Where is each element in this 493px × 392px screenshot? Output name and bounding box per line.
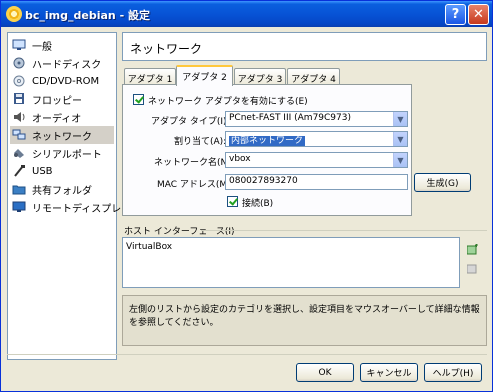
category-audio[interactable]: オーディオ bbox=[10, 108, 114, 126]
cable-connected-checkbox[interactable] bbox=[227, 196, 238, 207]
tab-adapter-4[interactable]: アダプタ 4 bbox=[287, 68, 340, 85]
add-interface-icon[interactable] bbox=[466, 244, 479, 256]
remote-display-icon bbox=[12, 201, 26, 213]
attach-label: 割り当て(A): bbox=[174, 137, 227, 147]
usb-icon bbox=[12, 165, 26, 177]
adapter-type-label: アダプタ タイプ(I): bbox=[151, 117, 230, 127]
category-label: 一般 bbox=[32, 41, 52, 53]
category-usb[interactable]: USB bbox=[10, 162, 114, 180]
category-network[interactable]: ネットワーク bbox=[10, 126, 114, 144]
tab-adapter-2[interactable]: アダプタ 2 bbox=[176, 65, 233, 86]
help-title-button[interactable]: ? bbox=[445, 4, 466, 25]
close-button[interactable]: ✕ bbox=[468, 4, 489, 25]
category-label: フロッピー bbox=[32, 95, 82, 107]
category-hard-disk[interactable]: ハードディスク bbox=[10, 54, 114, 72]
category-label: CD/DVD-ROM bbox=[32, 75, 100, 87]
folder-icon bbox=[12, 183, 26, 195]
serial-port-icon bbox=[12, 147, 26, 159]
cd-icon bbox=[12, 75, 26, 87]
category-list: 一般 ハードディスク CD/DVD-ROM フロッピー オーディオ ネットワーク… bbox=[7, 32, 131, 360]
tab-adapter-3[interactable]: アダプタ 3 bbox=[234, 68, 286, 85]
network-icon bbox=[12, 129, 26, 141]
help-button[interactable]: ヘルプ(H) bbox=[424, 363, 482, 382]
section-divider bbox=[201, 230, 487, 231]
chevron-down-icon[interactable]: ▼ bbox=[393, 112, 407, 126]
title-bar[interactable]: bc_img_debian - 設定 ? ✕ bbox=[1, 1, 492, 27]
app-gear-icon bbox=[6, 6, 22, 22]
enable-adapter-label[interactable]: ネットワーク アダプタを有効にする(E) bbox=[148, 94, 308, 107]
category-label: リモートディスプレイ bbox=[32, 203, 132, 215]
ok-button[interactable]: OK bbox=[296, 363, 354, 382]
category-label: シリアルポート bbox=[32, 149, 102, 161]
settings-dialog: bc_img_debian - 設定 ? ✕ 一般 ハードディスク CD/DVD… bbox=[0, 0, 493, 392]
tab-adapter-1[interactable]: アダプタ 1 bbox=[124, 68, 176, 85]
mac-address-field[interactable]: 080027893270 bbox=[225, 174, 408, 190]
adapter-type-select[interactable]: PCnet-FAST III (Am79C973) ▼ bbox=[225, 111, 408, 127]
adapter-type-value: PCnet-FAST III (Am79C973) bbox=[229, 113, 351, 123]
description-panel: 左側のリストから設定のカテゴリを選択し、設定項目をマウスオーバーして詳細な情報を… bbox=[122, 295, 487, 346]
category-label: USB bbox=[32, 165, 53, 177]
hard-disk-icon bbox=[12, 57, 26, 69]
speaker-icon bbox=[12, 111, 26, 123]
attach-select[interactable]: 内部ネットワーク ▼ bbox=[225, 131, 408, 147]
network-name-value: vbox bbox=[229, 154, 251, 164]
enable-adapter-checkbox[interactable] bbox=[133, 94, 144, 105]
chevron-down-icon[interactable]: ▼ bbox=[393, 132, 407, 146]
category-label: 共有フォルダ bbox=[32, 185, 92, 197]
floppy-icon bbox=[12, 93, 26, 105]
attach-value: 内部ネットワーク bbox=[229, 136, 306, 146]
page-title: ネットワーク bbox=[122, 32, 487, 61]
category-label: オーディオ bbox=[32, 113, 82, 125]
list-item[interactable]: VirtualBox bbox=[126, 242, 459, 252]
remove-interface-icon[interactable] bbox=[466, 263, 479, 275]
category-label: ネットワーク bbox=[32, 131, 92, 143]
dialog-divider bbox=[7, 354, 487, 355]
network-name-label: ネットワーク名(N): bbox=[154, 158, 234, 168]
category-serial-port[interactable]: シリアルポート bbox=[10, 144, 114, 162]
mac-address-label: MAC アドレス(M): bbox=[157, 180, 234, 190]
window-title: bc_img_debian - 設定 bbox=[25, 9, 150, 22]
cancel-button[interactable]: キャンセル bbox=[360, 363, 418, 382]
category-remote-display[interactable]: リモートディスプレイ bbox=[10, 198, 131, 216]
category-label: ハードディスク bbox=[32, 59, 102, 71]
category-cd-dvd[interactable]: CD/DVD-ROM bbox=[10, 72, 114, 90]
category-general[interactable]: 一般 bbox=[10, 36, 114, 54]
monitor-icon bbox=[12, 39, 26, 51]
network-name-combo[interactable]: vbox ▼ bbox=[225, 152, 408, 168]
host-interface-list[interactable]: VirtualBox bbox=[122, 237, 460, 288]
cable-connected-label[interactable]: 接続(B) bbox=[242, 196, 273, 209]
category-floppy[interactable]: フロッピー bbox=[10, 90, 114, 108]
generate-mac-button[interactable]: 生成(G) bbox=[414, 173, 471, 192]
chevron-down-icon[interactable]: ▼ bbox=[393, 153, 407, 167]
category-shared-folders[interactable]: 共有フォルダ bbox=[10, 180, 114, 198]
